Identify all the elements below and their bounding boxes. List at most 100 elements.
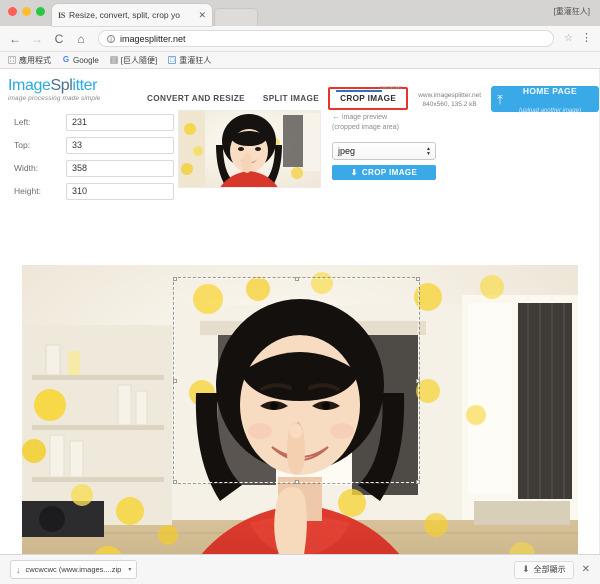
site-tagline: image processing made simple xyxy=(8,95,101,102)
crop-handle-n[interactable] xyxy=(294,277,299,281)
logo-part-image: Image xyxy=(8,77,51,94)
bookmark-giant[interactable]: ▤ [巨人隨便] xyxy=(109,55,158,66)
download-shelf: ↓ cwcwcwc (www.images....zip ▾ ⬇ 全部顯示 ✕ xyxy=(0,554,600,584)
bookmark-site-icon: □ xyxy=(168,56,177,64)
tab-title: Resize, convert, split, crop yo xyxy=(68,10,180,20)
page-viewport: ImageSplitter image processing made simp… xyxy=(0,69,600,554)
nav-convert-and-resize[interactable]: CONVERT AND RESIZE xyxy=(138,89,254,108)
download-file-icon: ↓ xyxy=(16,564,21,575)
new-tab-button[interactable] xyxy=(214,8,258,26)
nav-crop-image-wrapper: cwcwcwc CROP IMAGE xyxy=(328,85,409,110)
crop-handle-w[interactable] xyxy=(173,378,177,383)
preview-image xyxy=(179,111,320,187)
site-info-icon[interactable]: i xyxy=(107,34,115,43)
field-row-top: Top: 33 xyxy=(14,135,178,155)
bookmark-briian[interactable]: □ 重灌狂人 xyxy=(168,55,211,66)
logo-part-itter: itter xyxy=(72,77,98,94)
download-item[interactable]: ↓ cwcwcwc (www.images....zip ▾ xyxy=(10,560,138,579)
crop-image-button[interactable]: ⬇ CROP IMAGE xyxy=(332,165,436,180)
bookmark-label: 重灌狂人 xyxy=(179,55,212,65)
crop-controls: Left: 231 Top: 33 Width: 358 Height: 310 xyxy=(0,105,599,200)
nav-split-image[interactable]: SPLIT IMAGE xyxy=(254,89,328,108)
browser-tab[interactable]: IS Resize, convert, split, crop yo ✕ xyxy=(52,4,212,26)
crop-coordinates-form: Left: 231 Top: 33 Width: 358 Height: 310 xyxy=(0,108,178,200)
tab-strip: IS Resize, convert, split, crop yo ✕ [重灌… xyxy=(0,0,600,26)
tab-favicon-icon: IS xyxy=(58,10,65,20)
select-stepper-icon: ▲ ▼ xyxy=(426,143,431,159)
back-icon[interactable]: ← xyxy=(8,33,22,45)
maximize-window-button[interactable] xyxy=(36,7,45,16)
crop-selection-rectangle[interactable] xyxy=(173,277,420,484)
download-menu-caret-icon[interactable]: ▾ xyxy=(128,566,131,573)
output-format-select[interactable]: jpeg ▲ ▼ xyxy=(332,142,436,160)
crop-image-button-label: CROP IMAGE xyxy=(361,168,418,177)
field-row-left: Left: 231 xyxy=(14,112,178,132)
preview-caption-line2: (cropped image area) xyxy=(332,124,399,131)
home-page-button-subtitle: (upload another image) xyxy=(518,108,581,114)
home-page-button-text: HOME PAGE (upload another image) xyxy=(507,81,593,117)
logo-text: ImageSplitter xyxy=(8,78,136,94)
file-info-source: www.imagesplitter.net xyxy=(418,92,482,99)
chevron-down-icon: ▼ xyxy=(426,150,431,157)
crop-handle-se[interactable] xyxy=(416,480,420,484)
field-row-height: Height: 310 xyxy=(14,181,178,201)
bookmark-apps[interactable]: ∷ 應用程式 xyxy=(8,55,51,66)
chevron-up-icon: ▲ xyxy=(426,145,431,152)
downloads-icon: ⬇ xyxy=(522,564,530,574)
close-shelf-icon[interactable]: ✕ xyxy=(582,564,590,575)
nav-crop-image-label: CROP IMAGE xyxy=(340,94,397,103)
close-window-button[interactable] xyxy=(8,7,17,16)
left-input[interactable]: 231 xyxy=(66,113,174,131)
home-page-button[interactable]: ⤒ HOME PAGE (upload another image) xyxy=(491,86,600,114)
site-logo[interactable]: ImageSplitter image processing made simp… xyxy=(8,78,136,103)
nav-crop-image[interactable]: cwcwcwc CROP IMAGE xyxy=(332,85,405,104)
logo-part-spl: Spl xyxy=(50,77,73,94)
reload-icon[interactable]: C xyxy=(52,33,66,45)
left-label: Left: xyxy=(14,117,31,127)
show-all-downloads-label: 全部顯示 xyxy=(533,565,566,574)
apps-grid-icon: ∷ xyxy=(8,56,16,64)
bookmark-star-icon[interactable]: ☆ xyxy=(564,33,573,44)
crop-handle-nw[interactable] xyxy=(173,277,177,281)
download-file-name: cwcwcwc (www.images....zip xyxy=(25,565,122,574)
tab-close-icon[interactable]: ✕ xyxy=(198,10,206,20)
crop-preview-thumbnail xyxy=(178,110,321,188)
crop-handle-s[interactable] xyxy=(294,480,299,484)
field-row-width: Width: 358 xyxy=(14,158,178,178)
upload-icon: ⤒ xyxy=(497,91,503,107)
preview-caption-text: image preview xyxy=(341,114,388,121)
browser-window: IS Resize, convert, split, crop yo ✕ [重灌… xyxy=(0,0,600,584)
top-label: Top: xyxy=(14,140,31,150)
crop-handle-ne[interactable] xyxy=(416,277,420,281)
google-icon: G xyxy=(62,55,70,64)
top-input[interactable]: 33 xyxy=(66,136,174,154)
bookmark-label: Google xyxy=(73,55,99,65)
bookmark-google[interactable]: G Google xyxy=(62,56,99,65)
width-input[interactable]: 358 xyxy=(66,159,174,177)
minimize-window-button[interactable] xyxy=(22,7,31,16)
bookmark-site-icon: ▤ xyxy=(109,56,118,64)
download-icon: ⬇ xyxy=(350,168,358,177)
bookmarks-bar: ∷ 應用程式 G Google ▤ [巨人隨便] □ 重灌狂人 xyxy=(0,52,600,69)
height-label: Height: xyxy=(14,186,41,196)
bookmark-label: 應用程式 xyxy=(19,55,51,65)
image-editor-area[interactable] xyxy=(22,265,578,554)
download-shelf-actions: ⬇ 全部顯示 ✕ xyxy=(514,560,590,579)
crop-tab-filename: cwcwcwc xyxy=(379,85,403,91)
address-bar[interactable]: i imagesplitter.net xyxy=(98,30,555,47)
output-format-value: jpeg xyxy=(338,146,356,156)
height-input[interactable]: 310 xyxy=(66,182,174,200)
crop-handle-e[interactable] xyxy=(416,378,420,383)
home-icon[interactable]: ⌂ xyxy=(74,33,88,45)
show-all-downloads-button[interactable]: ⬇ 全部顯示 xyxy=(514,560,574,579)
browser-menu-icon[interactable]: ⋮ xyxy=(581,33,592,44)
bookmark-label: [巨人隨便] xyxy=(120,55,158,65)
file-info-dimensions: 840x560, 135.2 kB xyxy=(422,101,477,108)
file-info: www.imagesplitter.net 840x560, 135.2 kB xyxy=(418,91,481,109)
site-header: ImageSplitter image processing made simp… xyxy=(0,69,600,114)
forward-icon[interactable]: → xyxy=(30,33,44,45)
url-text: imagesplitter.net xyxy=(120,33,186,44)
output-options: ← image preview (cropped image area) jpe… xyxy=(324,108,599,191)
window-traffic-lights xyxy=(8,7,45,16)
crop-handle-sw[interactable] xyxy=(173,480,177,484)
